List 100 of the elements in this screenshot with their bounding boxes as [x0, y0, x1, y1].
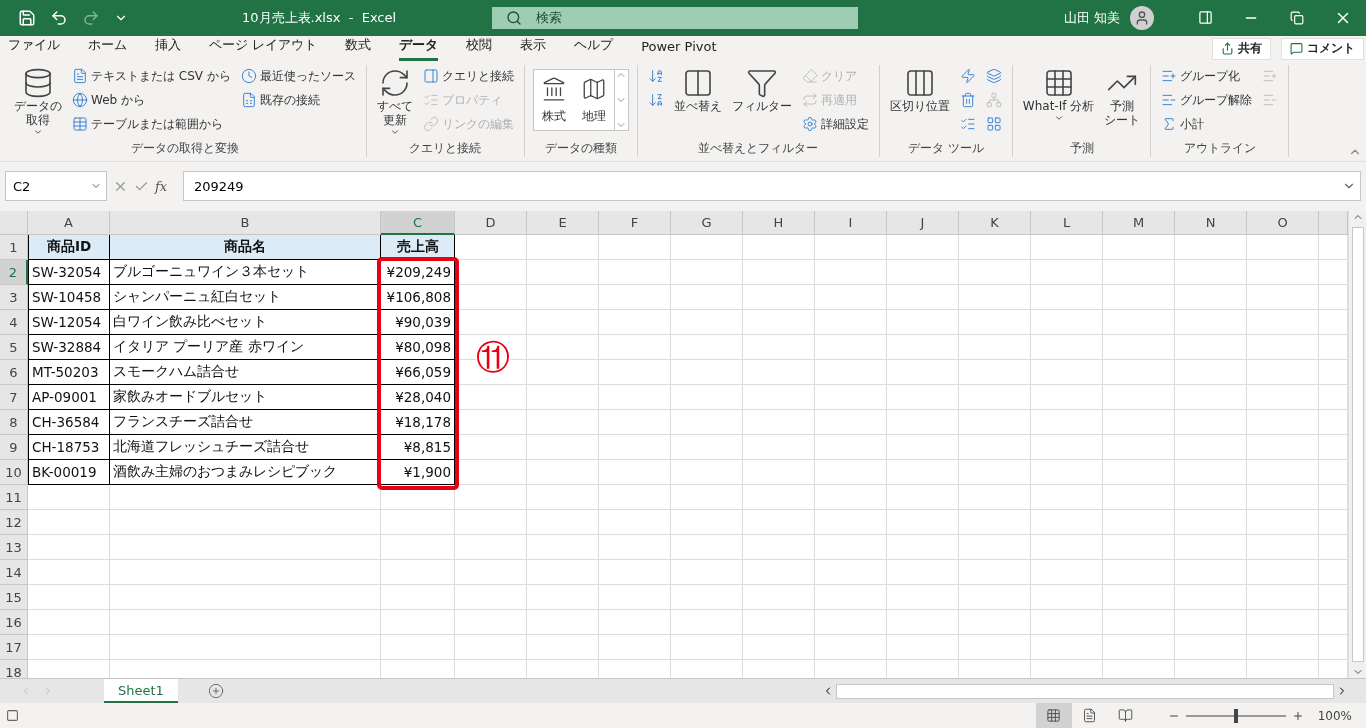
sheet-cell[interactable] [1031, 560, 1103, 586]
sheet-cell[interactable] [527, 385, 599, 411]
sheet-cell[interactable] [1319, 435, 1348, 461]
insert-function-button[interactable]: fx [155, 178, 177, 194]
sheet-cell[interactable] [1175, 635, 1247, 661]
sheet-cell[interactable] [1175, 410, 1247, 436]
save-icon[interactable] [18, 8, 36, 27]
sheet-cell[interactable] [381, 510, 455, 536]
sheet-cell[interactable] [887, 310, 959, 336]
sheet-cell[interactable] [1031, 510, 1103, 536]
restore-icon[interactable] [1290, 10, 1304, 25]
sheet-cell[interactable] [743, 585, 815, 611]
sheet-cell[interactable] [815, 635, 887, 661]
sheet-cell[interactable] [110, 635, 381, 661]
sheet-cell[interactable] [671, 635, 743, 661]
ribbon-button[interactable]: グループ化 [1159, 65, 1255, 88]
sheet-cell[interactable] [1031, 335, 1103, 361]
sheet-cell[interactable] [887, 485, 959, 511]
sheet-cell[interactable] [1103, 635, 1175, 661]
sheet-cell[interactable] [959, 385, 1031, 411]
ribbon-tab[interactable]: ホーム [88, 36, 127, 62]
sheet-cell[interactable] [671, 610, 743, 636]
sheet-cell[interactable] [671, 235, 743, 261]
sheet-cell[interactable] [1247, 435, 1319, 461]
sheet-cell[interactable] [815, 285, 887, 311]
sheet-cell[interactable] [527, 585, 599, 611]
sheet-cell[interactable] [1175, 485, 1247, 511]
sheet-cell[interactable] [959, 235, 1031, 261]
sheet-cell[interactable] [1319, 410, 1348, 436]
sheet-cell[interactable] [599, 285, 671, 311]
sheet-cell[interactable] [815, 435, 887, 461]
avatar-icon[interactable] [1130, 5, 1154, 30]
search-field[interactable]: 検索 [492, 6, 858, 29]
ribbon-tab[interactable]: 数式 [345, 36, 372, 62]
sheet-cell[interactable] [743, 510, 815, 536]
column-header[interactable]: C [381, 211, 455, 236]
sheet-cell[interactable] [959, 485, 1031, 511]
sheet-cell[interactable] [599, 535, 671, 561]
row-header[interactable]: 15 [0, 585, 28, 611]
sheet-cell[interactable] [671, 260, 743, 286]
sheet-cell[interactable] [671, 585, 743, 611]
sheet-cell[interactable] [1247, 635, 1319, 661]
sheet-cell[interactable] [1319, 260, 1348, 286]
sheet-cell[interactable] [1247, 260, 1319, 286]
sheet-cell[interactable] [671, 560, 743, 586]
sheet-cell[interactable] [1103, 560, 1175, 586]
sheet-cell[interactable] [1103, 460, 1175, 486]
sheet-cell[interactable] [1319, 335, 1348, 361]
sheet-cell[interactable] [455, 535, 527, 561]
sheet-cell[interactable] [455, 560, 527, 586]
sheet-cell[interactable] [1247, 610, 1319, 636]
column-header[interactable]: L [1031, 211, 1103, 236]
sheet-cell[interactable] [599, 585, 671, 611]
sheet-cell[interactable] [1103, 435, 1175, 461]
sheet-cell[interactable] [1247, 560, 1319, 586]
sheet-cell[interactable] [959, 635, 1031, 661]
sheet-cell[interactable] [743, 360, 815, 386]
row-header[interactable]: 2 [0, 260, 28, 286]
sheet-cell[interactable] [1319, 610, 1348, 636]
sheet-cell[interactable] [887, 460, 959, 486]
sheet-cell[interactable] [1319, 535, 1348, 561]
sheet-cell[interactable] [28, 535, 110, 561]
sheet-cell[interactable] [110, 560, 381, 586]
sheet-cell[interactable] [527, 360, 599, 386]
sheet-cell[interactable] [887, 435, 959, 461]
sheet-cell[interactable] [959, 585, 1031, 611]
sheet-cell[interactable] [1247, 235, 1319, 261]
sheet-cell[interactable] [527, 535, 599, 561]
ribbon-tab[interactable]: 校閲 [466, 36, 493, 62]
sheet-cell[interactable] [1319, 560, 1348, 586]
sheet-cell[interactable] [1247, 535, 1319, 561]
sheet-cell[interactable] [959, 510, 1031, 536]
sheet-cell[interactable] [527, 235, 599, 261]
sheet-cell[interactable] [381, 585, 455, 611]
sheet-cell[interactable] [1247, 310, 1319, 336]
row-header[interactable]: 10 [0, 460, 28, 486]
ribbon-button[interactable]: フィルター [729, 65, 794, 141]
ribbon-button[interactable]: テキストまたは CSV から [70, 65, 233, 88]
sheet-cell[interactable] [527, 560, 599, 586]
column-header[interactable]: O [1247, 211, 1319, 236]
column-header[interactable]: E [527, 211, 599, 236]
sheet-cell[interactable] [1175, 460, 1247, 486]
undo-icon[interactable] [50, 8, 68, 27]
sheet-cell[interactable] [743, 485, 815, 511]
sheet-cell[interactable] [887, 635, 959, 661]
row-header[interactable]: 16 [0, 610, 28, 636]
row-header[interactable]: 3 [0, 285, 28, 311]
row-header[interactable]: 12 [0, 510, 28, 536]
row-header[interactable]: 18 [0, 660, 28, 679]
sheet-cell[interactable] [1031, 385, 1103, 411]
sheet-cell[interactable] [1031, 360, 1103, 386]
sheet-cell[interactable] [599, 260, 671, 286]
column-header[interactable]: I [815, 211, 887, 236]
sheet-cell[interactable] [743, 610, 815, 636]
sheet-cell[interactable] [959, 260, 1031, 286]
sheet-cell[interactable] [1247, 585, 1319, 611]
sheet-cell[interactable] [887, 285, 959, 311]
sheet-cell[interactable] [1319, 510, 1348, 536]
ribbon-tab[interactable]: ページ レイアウト [209, 36, 318, 62]
sheet-cell[interactable] [671, 460, 743, 486]
